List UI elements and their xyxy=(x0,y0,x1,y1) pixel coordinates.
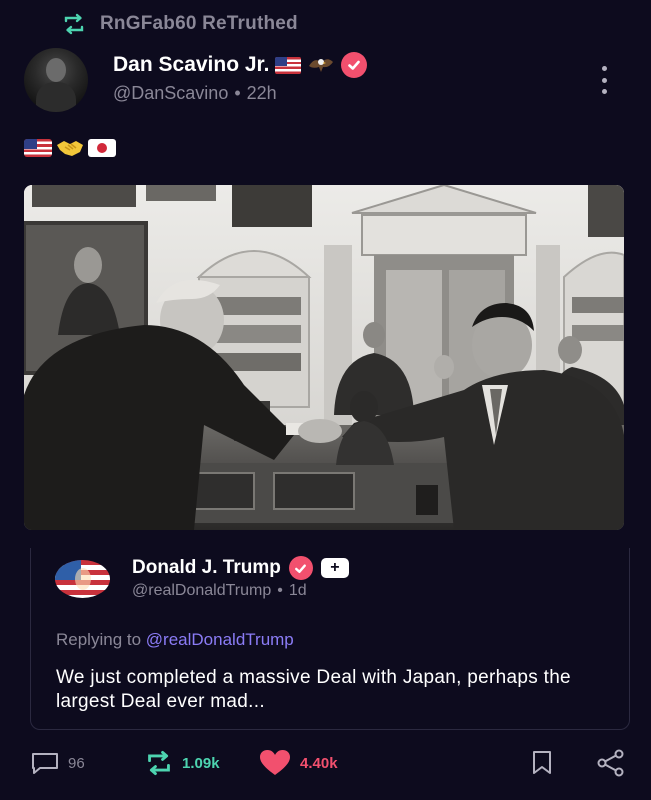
truth-plus-badge: + xyxy=(320,558,349,578)
post-body xyxy=(24,138,116,158)
replying-handle-link[interactable]: @realDonaldTrump xyxy=(146,630,294,649)
us-flag-emoji xyxy=(275,56,302,74)
retruth-header: RnGFab60 ReTruthed xyxy=(62,12,298,36)
more-vertical-icon[interactable] xyxy=(592,66,616,94)
us-flag-emoji xyxy=(24,139,52,157)
bookmark-icon xyxy=(530,750,554,776)
replying-prefix: Replying to xyxy=(56,630,142,649)
reply-count: 96 xyxy=(68,754,85,772)
heart-icon xyxy=(258,749,292,777)
reply-icon xyxy=(30,751,60,775)
retruth-button[interactable]: 1.09k xyxy=(144,748,220,778)
eagle-emoji xyxy=(307,54,335,76)
post-time[interactable]: 22h xyxy=(247,83,277,104)
separator-dot: • xyxy=(277,582,283,599)
retruth-icon xyxy=(62,13,86,35)
author-avatar[interactable] xyxy=(24,48,88,112)
quote-author-name[interactable]: Donald J. Trump xyxy=(132,557,281,579)
post-image[interactable] xyxy=(24,185,624,530)
reply-button[interactable]: 96 xyxy=(30,748,85,778)
author-name[interactable]: Dan Scavino Jr. xyxy=(113,53,269,77)
verified-badge-icon xyxy=(288,556,313,580)
author-handle-row: @DanScavino • 22h xyxy=(113,82,277,104)
japan-flag-emoji xyxy=(88,139,116,157)
retruth-count: 1.09k xyxy=(182,754,220,772)
quote-handle-row: @realDonaldTrump • 1d xyxy=(132,581,307,601)
quote-time[interactable]: 1d xyxy=(289,582,307,600)
author-handle[interactable]: @DanScavino xyxy=(113,83,228,104)
quote-author-handle[interactable]: @realDonaldTrump xyxy=(132,582,271,600)
bookmark-button[interactable] xyxy=(530,748,554,778)
separator-dot: • xyxy=(234,82,241,103)
share-button[interactable] xyxy=(596,748,626,778)
retruth-label[interactable]: RnGFab60 ReTruthed xyxy=(100,13,298,35)
retruth-icon xyxy=(144,750,174,776)
like-count: 4.40k xyxy=(300,754,338,772)
quote-name-row: Donald J. Trump + xyxy=(132,554,349,582)
action-bar: 96 1.09k 4.40k xyxy=(30,748,630,778)
quote-body-text[interactable]: We just completed a massive Deal with Ja… xyxy=(56,666,616,714)
share-icon xyxy=(596,749,626,777)
replying-to: Replying to @realDonaldTrump xyxy=(56,630,294,652)
author-name-row: Dan Scavino Jr. xyxy=(113,50,368,80)
quote-author-avatar[interactable] xyxy=(55,560,110,598)
handshake-emoji xyxy=(56,138,84,158)
like-button[interactable]: 4.40k xyxy=(258,748,338,778)
verified-badge-icon xyxy=(341,52,368,78)
